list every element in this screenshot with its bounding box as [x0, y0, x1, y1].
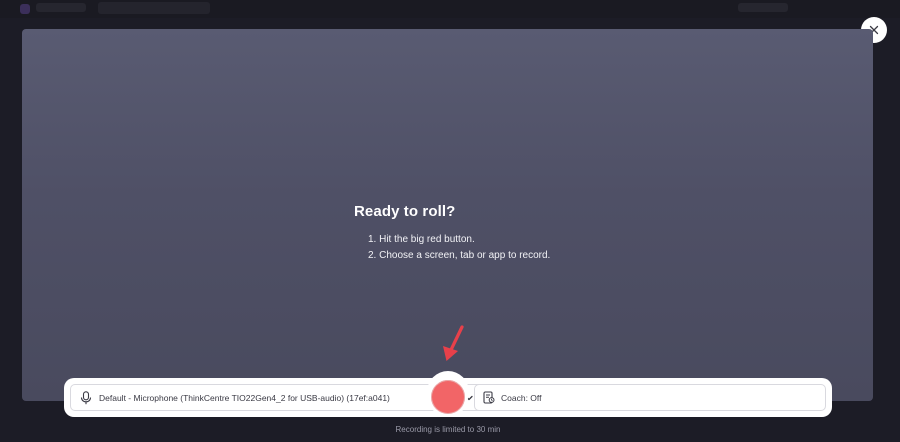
microphone-select-label: Default - Microphone (ThinkCentre TIO22G… [99, 392, 390, 403]
ready-title: Ready to roll? [354, 203, 456, 220]
instruction-steps: 1. Hit the big red button. 2. Choose a s… [354, 232, 614, 264]
coach-icon [483, 391, 495, 404]
project-name-placeholder [98, 2, 210, 14]
top-right-placeholder [738, 3, 788, 12]
app-top-bar [0, 0, 900, 18]
microphone-icon [80, 390, 92, 404]
app-name-placeholder [36, 3, 86, 12]
ready-message: Ready to roll? 1. Hit the big red button… [354, 203, 614, 264]
record-button[interactable] [428, 377, 468, 417]
instruction-step-2: 2. Choose a screen, tab or app to record… [368, 250, 551, 261]
coach-label: Coach: Off [501, 392, 542, 403]
app-logo [20, 4, 30, 14]
coach-toggle-button[interactable]: Coach: Off [474, 384, 826, 411]
recording-limit-text: Recording is limited to 30 min [395, 425, 501, 434]
instruction-step-1: 1. Hit the big red button. [368, 234, 475, 245]
microphone-select[interactable]: Default - Microphone (ThinkCentre TIO22G… [70, 384, 484, 411]
arrow-pointer-icon [443, 325, 464, 361]
